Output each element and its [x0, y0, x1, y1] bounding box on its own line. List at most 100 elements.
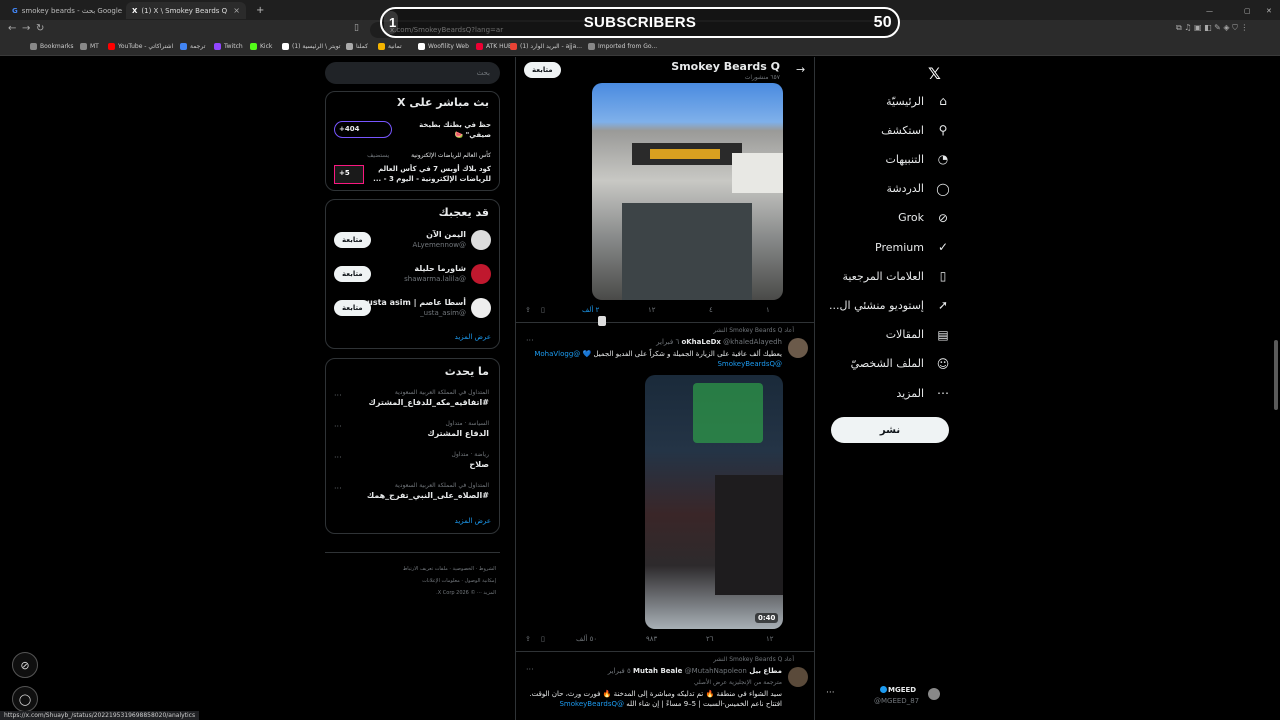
bookmark-icon[interactable]: ▯ [541, 306, 545, 314]
follow-button[interactable]: متابعة [334, 300, 371, 316]
author-avatar[interactable] [788, 338, 808, 358]
sidebar-item-grok[interactable]: ⊘ Grok [898, 207, 950, 229]
search-input[interactable]: بحث [325, 62, 500, 84]
subscriber-label: SUBSCRIBERS [583, 14, 697, 31]
bookmark-item[interactable]: ATK HUB [476, 43, 512, 50]
share-icon[interactable]: ⇪ [525, 635, 531, 643]
show-more-link[interactable]: عرض المزيد [455, 517, 491, 525]
live-item-text[interactable]: حظ في بطنك بطيخة صيفي" 🍉 [411, 120, 491, 140]
bookmark-item[interactable]: YouTube - اشتراكاتي [108, 43, 173, 50]
show-more-link[interactable]: عرض المزيد [455, 333, 491, 341]
minimize-icon[interactable]: — [1200, 2, 1219, 19]
bookmark-item[interactable]: (1) تويتر \ الرئيسية [282, 43, 340, 50]
sidebar-item-search[interactable]: ⚲ استكشف [881, 119, 950, 141]
bookmark-item[interactable]: كملنا [346, 43, 368, 50]
trend-more-icon[interactable]: ··· [334, 422, 342, 431]
suggestion-name[interactable]: شاورما حليلة [414, 264, 466, 273]
author-name[interactable]: oKhaLeDx [681, 338, 720, 346]
views-count[interactable]: ٥٠ ألف [576, 635, 597, 643]
bookmark-label: (1) البريد الوارد - ajja... [520, 43, 582, 50]
new-tab-button[interactable]: + [250, 2, 270, 19]
bookmark-icon[interactable]: ▯ [541, 635, 545, 643]
sidebar-item-premium[interactable]: ✓ Premium [875, 236, 950, 258]
trend-topic[interactable]: #اتفاقيه_مكه_للدفاع_المشترك [369, 398, 489, 407]
maximize-icon[interactable]: ▢ [1238, 2, 1257, 19]
bookmark-item[interactable]: ترجمة [180, 43, 205, 50]
trend-more-icon[interactable]: ··· [334, 453, 342, 462]
suggestion-name[interactable]: اليمن الآن [426, 230, 466, 239]
suggestion-name[interactable]: أسطا عاصم | usta asim... [358, 298, 466, 307]
bookmark-item[interactable]: Imported from Go... [588, 43, 657, 50]
retweets-count[interactable]: ٤ [709, 306, 713, 314]
forward-icon[interactable]: → [22, 23, 30, 34]
back-icon[interactable]: ← [8, 23, 16, 34]
sidebar-item-articles[interactable]: ▤ المقالات [886, 324, 950, 346]
suggestion-avatar[interactable] [471, 264, 491, 284]
follow-button[interactable]: متابعة [334, 266, 371, 282]
sidebar-item-home[interactable]: ⌂ الرئيسيّة [886, 90, 950, 112]
reload-icon[interactable]: ↻ [36, 23, 44, 34]
extensions-icon[interactable]: ⧉ ♫ ▣ ◧ ✎ ◈ ⛉ ⋮ [1176, 23, 1248, 33]
post-button[interactable]: نشر [831, 417, 949, 443]
profile-name: Smokey Beards Q [671, 60, 780, 73]
sidebar-item-bell[interactable]: ◔ التنبيهات [886, 148, 950, 170]
live-thumbnail[interactable]: +5 [334, 165, 364, 184]
sidebar-item-rocket[interactable]: ➚ إستوديو منشئي ال... [829, 294, 950, 316]
close-tab-icon[interactable]: × [233, 6, 240, 15]
bookmark-item[interactable]: Twitch [214, 43, 243, 50]
suggestion-avatar[interactable] [471, 298, 491, 318]
bookmark-label: تمانية [388, 43, 402, 50]
footer-line[interactable]: المزيد ··· © 2026 X Corp. [325, 587, 500, 599]
trend-more-icon[interactable]: ··· [334, 391, 342, 400]
live-item-text[interactable]: كود بلاك أوبس 7 في كأس العالم للرياضات ا… [371, 164, 491, 184]
chat-float-icon[interactable]: ◯ [12, 686, 38, 712]
trend-context: المتداول في المملكة العربية السعودية [394, 482, 489, 489]
footer-line[interactable]: إمكانية الوصول · معلومات الإعلانات [325, 575, 500, 587]
trend-more-icon[interactable]: ··· [334, 484, 342, 493]
bookmark-label: YouTube - اشتراكاتي [118, 43, 174, 50]
trend-topic[interactable]: الدفاع المشترك [427, 429, 489, 438]
author-avatar[interactable] [788, 667, 808, 687]
articles-icon: ▤ [937, 327, 949, 342]
x-logo-icon[interactable]: 𝕏 [928, 64, 941, 83]
tweet-more-icon[interactable]: ··· [526, 336, 534, 345]
sidebar-item-more[interactable]: ⋯ المزيد [896, 382, 950, 404]
account-switcher[interactable]: ··· MGEED @MGEED_87 [822, 684, 952, 710]
browser-tab-active[interactable]: X (1) X \ Smokey Beards Q (@Smo... × [126, 2, 246, 19]
likes-count[interactable]: ٩٨٣ [646, 635, 657, 643]
trend-topic[interactable]: صلاح [469, 460, 489, 469]
bookmark-item[interactable]: Bookmarks [30, 43, 74, 50]
back-arrow-icon[interactable]: → [796, 63, 805, 76]
bookmark-item[interactable]: Woofility Web [418, 43, 469, 50]
grok-float-icon[interactable]: ⊘ [12, 652, 38, 678]
tweet-author-line: مطاع بيل Mutah Beale @MutahNapoleon ٥ فب… [608, 667, 782, 675]
sidebar-item-bookmark[interactable]: ▯ العلامات المرجعية [842, 265, 950, 287]
likes-count[interactable]: ١٢ [648, 306, 656, 314]
tweet-actions: ⇪ ▯ ٥٠ ألف ٩٨٣ ٢٦ ١٢ [516, 635, 814, 645]
replies-count[interactable]: ١٢ [766, 635, 774, 643]
bookmark-item[interactable]: (1) البريد الوارد - ajja... [510, 43, 582, 50]
retweets-count[interactable]: ٢٦ [706, 635, 714, 643]
translated-note[interactable]: مترجمة من الإنجليزية عرض الأصلي [694, 679, 782, 686]
tweet-video[interactable]: 0:40 [645, 375, 783, 629]
tweet-more-icon[interactable]: ··· [526, 665, 534, 674]
replies-count[interactable]: ١ [766, 306, 770, 314]
bookmark-item[interactable]: MT [80, 43, 99, 50]
window-close-icon[interactable]: ✕ [1260, 2, 1278, 19]
follow-button[interactable]: متابعة [334, 232, 371, 248]
sidebar-item-chat[interactable]: ◯ الدردشة [886, 178, 950, 200]
browser-tab[interactable]: G smokey beards - بحث Google [6, 2, 124, 19]
suggestion-avatar[interactable] [471, 230, 491, 250]
share-icon[interactable]: ⇪ [525, 306, 531, 314]
page-scrollbar[interactable] [1274, 340, 1278, 410]
footer-line[interactable]: الشروط · الخصوصية · ملفات تعريف الارتباط [325, 563, 500, 575]
live-listener-badge[interactable]: +404 [334, 121, 392, 138]
follow-button[interactable]: متابعة [524, 62, 561, 78]
tweet-photo[interactable] [592, 83, 783, 300]
bookmark-item[interactable]: Kick [250, 43, 272, 50]
sidebar-item-profile[interactable]: ☺ الملف الشخصيّ [851, 353, 950, 375]
bookmark-item[interactable]: تمانية [378, 43, 402, 50]
trend-topic[interactable]: #الصلاه_على_النبي_تفرج_همك [367, 491, 489, 500]
views-count[interactable]: ٢ ألف [582, 306, 599, 314]
bookmark-star-icon[interactable]: ▯ [354, 23, 359, 33]
